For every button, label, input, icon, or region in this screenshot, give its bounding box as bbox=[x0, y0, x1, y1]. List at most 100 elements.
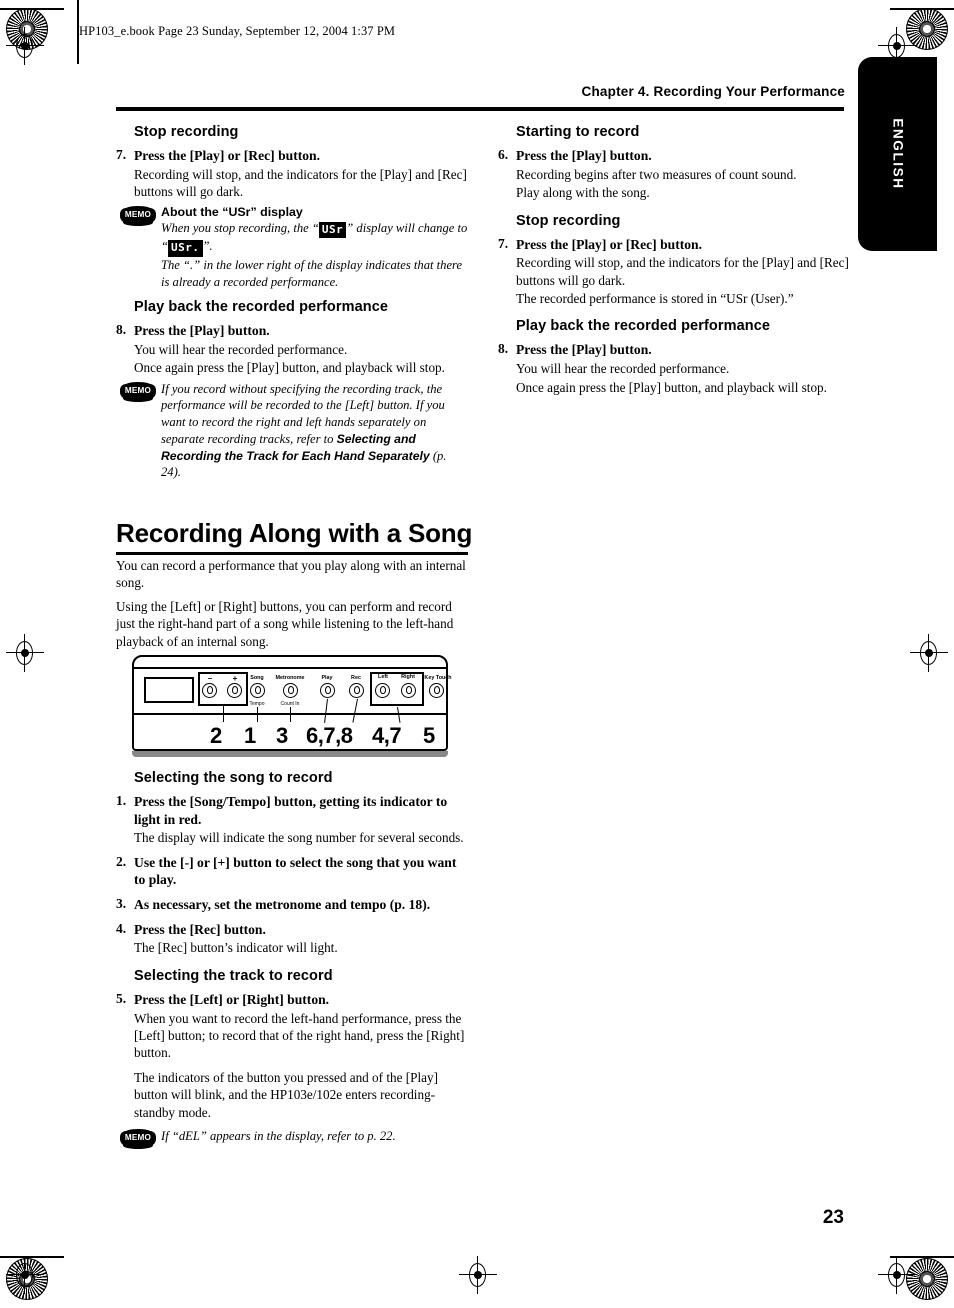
step-6-right: 6. Press the [Play] button. Recording be… bbox=[498, 147, 850, 202]
step-number: 7. bbox=[498, 235, 509, 251]
step-number: 3. bbox=[116, 896, 127, 912]
step-title: Press the [Play] button. bbox=[134, 323, 270, 339]
step-number: 8. bbox=[116, 322, 127, 338]
callout-2: 2 bbox=[210, 723, 222, 748]
step-body-1: Recording begins after two measures of c… bbox=[516, 166, 797, 182]
step-number: 7. bbox=[116, 147, 127, 162]
procedure-step-2: 2. Use the [-] or [+] button to select t… bbox=[116, 854, 468, 889]
left-column: Stop recording 7. Press the [Play] or [R… bbox=[116, 124, 468, 481]
step-number: 8. bbox=[498, 341, 509, 357]
step-number: 6. bbox=[498, 147, 509, 162]
step-body-1: Recording will stop, and the indicators … bbox=[516, 255, 849, 288]
step-body: The [Rec] button’s indicator will light. bbox=[134, 940, 338, 956]
procedure-step-4: 4. Press the [Rec] button. The [Rec] but… bbox=[116, 921, 468, 957]
step-body-1: When you want to record the left-hand pe… bbox=[134, 1010, 465, 1061]
memo-icon: MEMO bbox=[120, 381, 156, 402]
rec-button[interactable] bbox=[349, 683, 364, 698]
button-label-metronome: Metronome bbox=[275, 675, 305, 681]
led-display-usr: USr bbox=[318, 221, 347, 239]
step-body-2: Once again press the [Play] button, and … bbox=[134, 360, 445, 376]
registration-star-bottom-right bbox=[906, 1258, 948, 1300]
heading-starting-to-record: Starting to record bbox=[516, 124, 640, 140]
step-number: 4. bbox=[116, 920, 127, 936]
section-intro: You can record a performance that you pl… bbox=[116, 556, 468, 650]
right-track-button[interactable] bbox=[401, 683, 416, 698]
file-header-line: HP103_e.book Page 23 Sunday, September 1… bbox=[79, 24, 396, 38]
memo-text: If “dEL” appears in the display, refer t… bbox=[161, 1129, 396, 1144]
memo-icon: MEMO bbox=[120, 205, 156, 226]
step-title: Press the [Play] button. bbox=[516, 148, 652, 163]
step-title: Press the [Play] or [Rec] button. bbox=[134, 148, 320, 163]
panel-callout-numbers: 2 1 3 6,7,8 4,7 5 bbox=[132, 723, 448, 749]
step-body-2: The recorded performance is stored in “U… bbox=[516, 291, 794, 307]
callout-5: 5 bbox=[423, 723, 435, 748]
minus-button[interactable] bbox=[202, 683, 217, 698]
step-number: 1. bbox=[116, 793, 127, 808]
step-body: The display will indicate the song numbe… bbox=[134, 830, 464, 846]
language-tab-english: ENGLISH bbox=[858, 57, 937, 251]
heading-selecting-track: Selecting the track to record bbox=[134, 967, 333, 984]
right-column: Starting to record 6. Press the [Play] b… bbox=[498, 124, 850, 398]
header-rule bbox=[116, 107, 844, 111]
step-8-right: 8. Press the [Play] button. You will hea… bbox=[498, 341, 850, 396]
procedure-step-3: 3. As necessary, set the metronome and t… bbox=[116, 896, 468, 914]
registration-cross-top-right bbox=[878, 27, 916, 65]
song-tempo-button[interactable] bbox=[250, 683, 265, 698]
step-body-2: The indicators of the button you pressed… bbox=[134, 1069, 438, 1120]
heading-selecting-song: Selecting the song to record bbox=[134, 770, 333, 786]
step-title: Use the [-] or [+] button to select the … bbox=[134, 854, 457, 888]
callout-678: 6,7,8 bbox=[306, 723, 353, 748]
plus-button[interactable] bbox=[227, 683, 242, 698]
panel-base bbox=[132, 751, 448, 757]
left-track-button[interactable] bbox=[375, 683, 390, 698]
step-7-left: 7. Press the [Play] or [Rec] button. Rec… bbox=[116, 147, 468, 201]
page-number: 23 bbox=[822, 1207, 844, 1228]
memo-icon: MEMO bbox=[120, 1129, 156, 1150]
step-title: Press the [Play] or [Rec] button. bbox=[516, 236, 702, 252]
step-body-2: Once again press the [Play] button, and … bbox=[516, 379, 827, 395]
registration-cross-mid-left bbox=[6, 634, 44, 672]
callout-1: 1 bbox=[244, 723, 256, 748]
callout-3: 3 bbox=[276, 723, 288, 748]
button-label-right: Right bbox=[401, 674, 415, 680]
memo-text-part3: ”. bbox=[202, 239, 213, 254]
led-display-usr-dot: USr. bbox=[168, 240, 203, 257]
memo-heading: About the “USr” display bbox=[161, 204, 303, 219]
memo-recording-track: MEMO If you record without specifying th… bbox=[116, 381, 468, 481]
step-body-2: Play along with the song. bbox=[516, 185, 650, 201]
button-label-key-touch: Key Touch bbox=[424, 675, 452, 681]
procedure-column: Selecting the song to record 1. Press th… bbox=[116, 770, 468, 1150]
panel-display bbox=[144, 677, 194, 703]
step-number: 5. bbox=[116, 990, 127, 1006]
procedure-step-1: 1. Press the [Song/Tempo] button, gettin… bbox=[116, 793, 468, 847]
button-label-song: Song bbox=[250, 675, 264, 681]
key-touch-button[interactable] bbox=[429, 683, 444, 698]
metronome-button[interactable] bbox=[283, 683, 298, 698]
chapter-title: Chapter 4. Recording Your Performance bbox=[581, 84, 845, 99]
step-title: As necessary, set the metronome and temp… bbox=[134, 897, 431, 913]
registration-cross-bottom-left bbox=[6, 1256, 44, 1294]
leader-line-2 bbox=[223, 706, 225, 722]
trim-mark-bottom-left bbox=[0, 1256, 64, 1258]
step-title: Press the [Play] button. bbox=[516, 342, 652, 358]
trim-mark-top-right bbox=[890, 8, 954, 10]
panel-diagram: – + Song Tempo Metronome Count In Play R… bbox=[132, 655, 452, 757]
memo-usr-display: MEMO About the “USr” display When you st… bbox=[116, 205, 468, 291]
registration-cross-bottom-right bbox=[878, 1256, 916, 1294]
play-button[interactable] bbox=[320, 683, 335, 698]
memo-text-line2: The “.” in the lower right of the displa… bbox=[161, 257, 463, 289]
leader-line-1 bbox=[257, 707, 259, 722]
registration-star-top-right bbox=[906, 8, 948, 50]
step-body-1: You will hear the recorded performance. bbox=[134, 341, 348, 357]
memo-text: If you record without specifying the rec… bbox=[161, 381, 468, 481]
trim-mark-top-left bbox=[0, 8, 64, 10]
heading-play-back-right: Play back the recorded performance bbox=[516, 318, 771, 335]
callout-47: 4,7 bbox=[372, 723, 402, 748]
button-label-plus: + bbox=[232, 674, 238, 683]
heading-stop-recording: Stop recording bbox=[134, 124, 239, 140]
panel-top-line bbox=[134, 667, 446, 669]
button-label-play: Play bbox=[321, 675, 333, 681]
button-label-left: Left bbox=[378, 674, 388, 680]
step-7-right: 7. Press the [Play] or [Rec] button. Rec… bbox=[498, 236, 850, 308]
step-body: Recording will stop, and the indicators … bbox=[134, 166, 467, 200]
